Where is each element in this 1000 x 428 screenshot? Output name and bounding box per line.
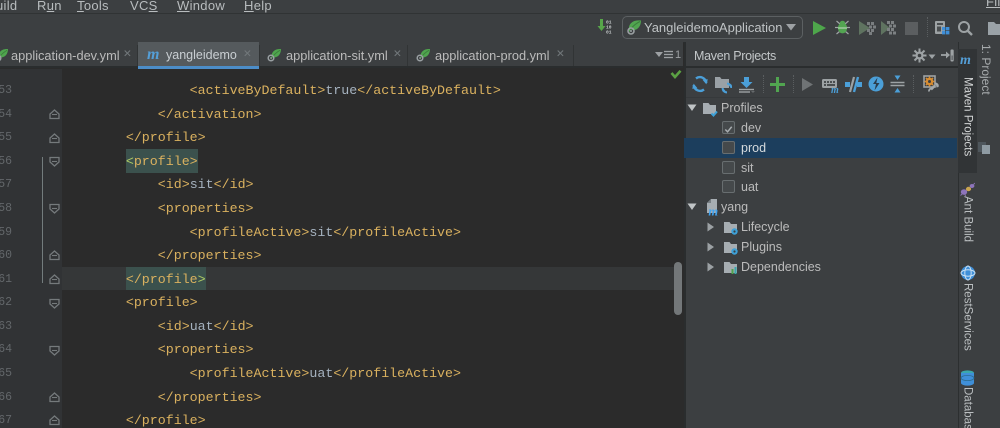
svg-text:m: m (708, 205, 718, 217)
svg-text:m: m (831, 85, 839, 93)
svg-text:01: 01 (606, 29, 612, 34)
